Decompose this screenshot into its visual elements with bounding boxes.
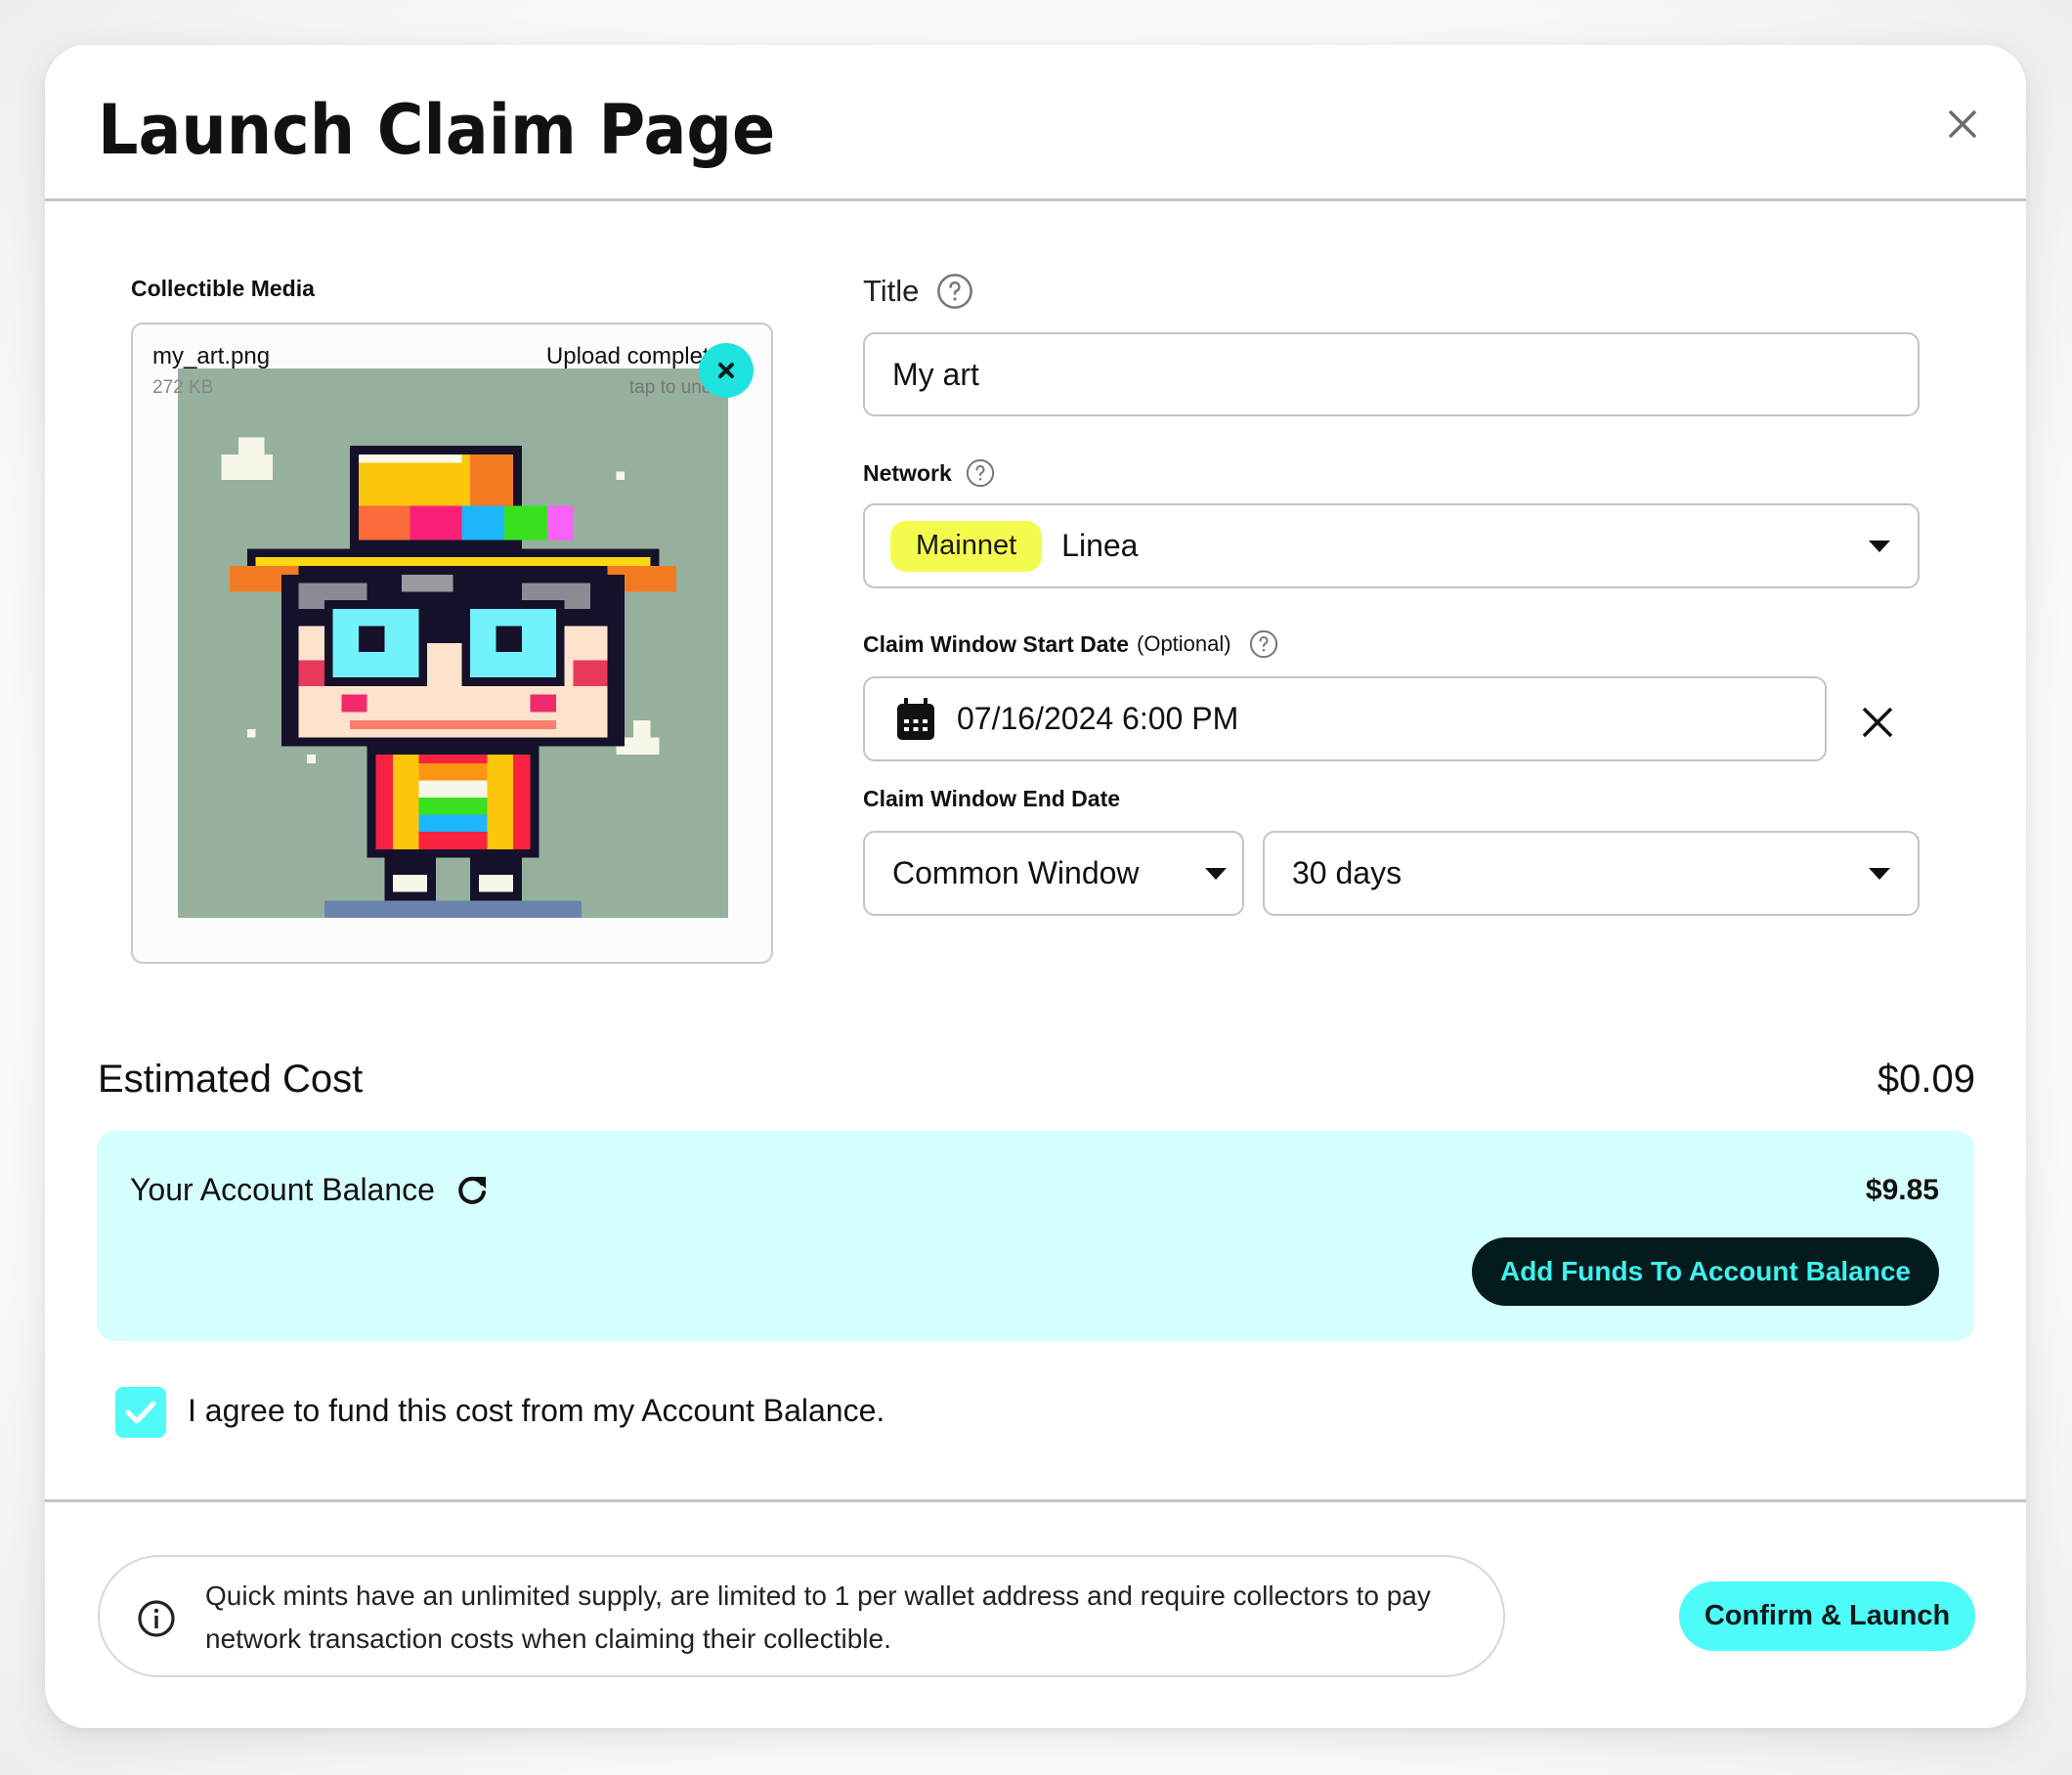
upload-status: Upload complete [545, 343, 722, 369]
info-notice: Quick mints have an unlimited supply, ar… [98, 1555, 1505, 1677]
launch-claim-dialog: Launch Claim Page Collectible Media my_a… [45, 45, 2026, 1728]
info-text: Quick mints have an unlimited supply, ar… [205, 1580, 1431, 1654]
help-circle-icon[interactable] [1249, 629, 1278, 659]
title-label: Title [863, 274, 920, 308]
help-circle-icon[interactable] [936, 273, 973, 310]
checkmark-icon [125, 1401, 156, 1424]
network-value: Linea [1061, 528, 1139, 563]
agree-label: I agree to fund this cost from my Accoun… [188, 1393, 885, 1428]
info-icon [138, 1600, 175, 1637]
artwork-image [178, 368, 728, 918]
file-name: my_art.png [152, 343, 271, 369]
refresh-icon[interactable] [454, 1173, 490, 1208]
end-window-duration-value: 30 days [1292, 855, 1403, 890]
end-date-label: Claim Window End Date [863, 786, 1121, 811]
title-input-value: My art [892, 356, 979, 392]
start-date-value: 07/16/2024 6:00 PM [957, 701, 1239, 736]
chevron-down-icon [1205, 867, 1227, 880]
balance-label-row: Your Account Balance [130, 1172, 490, 1208]
chevron-down-icon [1869, 867, 1890, 880]
network-badge: Mainnet [890, 520, 1043, 572]
network-select[interactable]: Mainnet Linea [863, 503, 1920, 588]
title-input[interactable]: My art [863, 332, 1920, 416]
end-window-duration-select[interactable]: 30 days [1263, 831, 1920, 916]
account-balance-panel: Your Account Balance $9.85 Add Funds To … [97, 1131, 1974, 1341]
footer-divider [45, 1499, 2026, 1502]
network-label: Network [863, 459, 952, 486]
start-date-input[interactable]: 07/16/2024 6:00 PM [863, 676, 1827, 761]
artwork-preview [178, 368, 728, 918]
start-date-label-row: Claim Window Start Date (Optional) [863, 629, 1278, 659]
dialog-title: Launch Claim Page [98, 90, 776, 170]
help-circle-icon[interactable] [966, 458, 995, 488]
close-icon [1862, 707, 1893, 738]
calendar-icon [897, 697, 934, 740]
confirm-launch-button[interactable]: Confirm & Launch [1679, 1581, 1975, 1651]
add-funds-button[interactable]: Add Funds To Account Balance [1472, 1237, 1939, 1306]
title-label-row: Title [863, 273, 973, 310]
file-size: 272 KB [152, 377, 214, 398]
header-divider [45, 198, 2026, 201]
balance-value: $9.85 [1865, 1174, 1939, 1206]
media-label: Collectible Media [131, 276, 315, 301]
network-label-row: Network [863, 458, 995, 488]
estimated-cost-label: Estimated Cost [98, 1058, 364, 1101]
close-icon [1949, 110, 1976, 138]
balance-label: Your Account Balance [130, 1172, 435, 1207]
clear-start-date-button[interactable] [1861, 706, 1894, 739]
end-window-type-value: Common Window [892, 855, 1140, 890]
chevron-down-icon [1869, 540, 1890, 552]
remove-media-button[interactable] [699, 343, 754, 398]
start-date-label: Claim Window Start Date [863, 630, 1129, 657]
agree-checkbox[interactable] [115, 1387, 166, 1438]
optional-hint: (Optional) [1137, 631, 1231, 656]
end-window-type-select[interactable]: Common Window [863, 831, 1244, 916]
estimated-cost-value: $0.09 [1877, 1058, 1975, 1101]
close-icon [718, 363, 734, 378]
close-button[interactable] [1945, 107, 1980, 142]
